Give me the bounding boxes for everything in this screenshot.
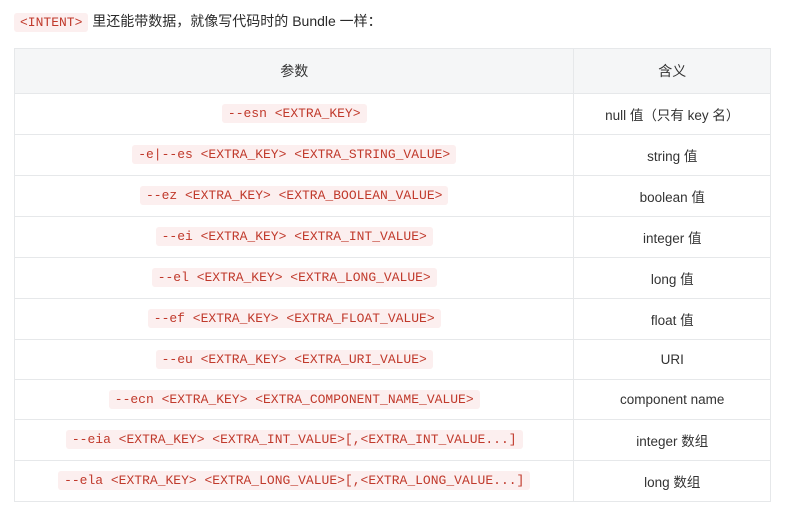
param-cell: --el <EXTRA_KEY> <EXTRA_LONG_VALUE> [15,257,574,298]
table-row: --eia <EXTRA_KEY> <EXTRA_INT_VALUE>[,<EX… [15,419,771,460]
param-cell: --esn <EXTRA_KEY> [15,93,574,134]
param-code: --ei <EXTRA_KEY> <EXTRA_INT_VALUE> [156,227,433,246]
meaning-cell: integer 数组 [574,419,771,460]
param-cell: --ei <EXTRA_KEY> <EXTRA_INT_VALUE> [15,216,574,257]
meaning-cell: component name [574,379,771,419]
intro-suffix: 里还能带数据，就像写代码时的 Bundle 一样： [88,13,381,29]
header-param: 参数 [15,48,574,93]
meaning-cell: long 数组 [574,460,771,501]
param-code: --el <EXTRA_KEY> <EXTRA_LONG_VALUE> [152,268,437,287]
param-cell: -e|--es <EXTRA_KEY> <EXTRA_STRING_VALUE> [15,134,574,175]
param-cell: --ela <EXTRA_KEY> <EXTRA_LONG_VALUE>[,<E… [15,460,574,501]
param-cell: --ef <EXTRA_KEY> <EXTRA_FLOAT_VALUE> [15,298,574,339]
header-meaning: 含义 [574,48,771,93]
param-code: --ef <EXTRA_KEY> <EXTRA_FLOAT_VALUE> [148,309,441,328]
param-cell: --ecn <EXTRA_KEY> <EXTRA_COMPONENT_NAME_… [15,379,574,419]
param-code: --ez <EXTRA_KEY> <EXTRA_BOOLEAN_VALUE> [140,186,448,205]
meaning-cell: integer 值 [574,216,771,257]
meaning-cell: boolean 值 [574,175,771,216]
param-code: --ela <EXTRA_KEY> <EXTRA_LONG_VALUE>[,<E… [58,471,530,490]
intent-code-tag: <INTENT> [14,13,88,32]
table-header-row: 参数 含义 [15,48,771,93]
param-code: --eia <EXTRA_KEY> <EXTRA_INT_VALUE>[,<EX… [66,430,523,449]
meaning-cell: long 值 [574,257,771,298]
table-row: --ef <EXTRA_KEY> <EXTRA_FLOAT_VALUE> flo… [15,298,771,339]
param-code: --ecn <EXTRA_KEY> <EXTRA_COMPONENT_NAME_… [109,390,480,409]
table-row: --el <EXTRA_KEY> <EXTRA_LONG_VALUE> long… [15,257,771,298]
table-row: --esn <EXTRA_KEY> null 值（只有 key 名） [15,93,771,134]
param-code: --esn <EXTRA_KEY> [222,104,367,123]
intro-paragraph: <INTENT> 里还能带数据，就像写代码时的 Bundle 一样： [14,10,771,34]
table-row: -e|--es <EXTRA_KEY> <EXTRA_STRING_VALUE>… [15,134,771,175]
table-row: --ecn <EXTRA_KEY> <EXTRA_COMPONENT_NAME_… [15,379,771,419]
param-cell: --ez <EXTRA_KEY> <EXTRA_BOOLEAN_VALUE> [15,175,574,216]
table-row: --eu <EXTRA_KEY> <EXTRA_URI_VALUE> URI [15,339,771,379]
meaning-cell: URI [574,339,771,379]
table-row: --ez <EXTRA_KEY> <EXTRA_BOOLEAN_VALUE> b… [15,175,771,216]
param-cell: --eia <EXTRA_KEY> <EXTRA_INT_VALUE>[,<EX… [15,419,574,460]
param-cell: --eu <EXTRA_KEY> <EXTRA_URI_VALUE> [15,339,574,379]
meaning-cell: null 值（只有 key 名） [574,93,771,134]
param-code: -e|--es <EXTRA_KEY> <EXTRA_STRING_VALUE> [132,145,456,164]
meaning-cell: float 值 [574,298,771,339]
params-table: 参数 含义 --esn <EXTRA_KEY> null 值（只有 key 名）… [14,48,771,502]
meaning-cell: string 值 [574,134,771,175]
table-row: --ei <EXTRA_KEY> <EXTRA_INT_VALUE> integ… [15,216,771,257]
param-code: --eu <EXTRA_KEY> <EXTRA_URI_VALUE> [156,350,433,369]
table-row: --ela <EXTRA_KEY> <EXTRA_LONG_VALUE>[,<E… [15,460,771,501]
